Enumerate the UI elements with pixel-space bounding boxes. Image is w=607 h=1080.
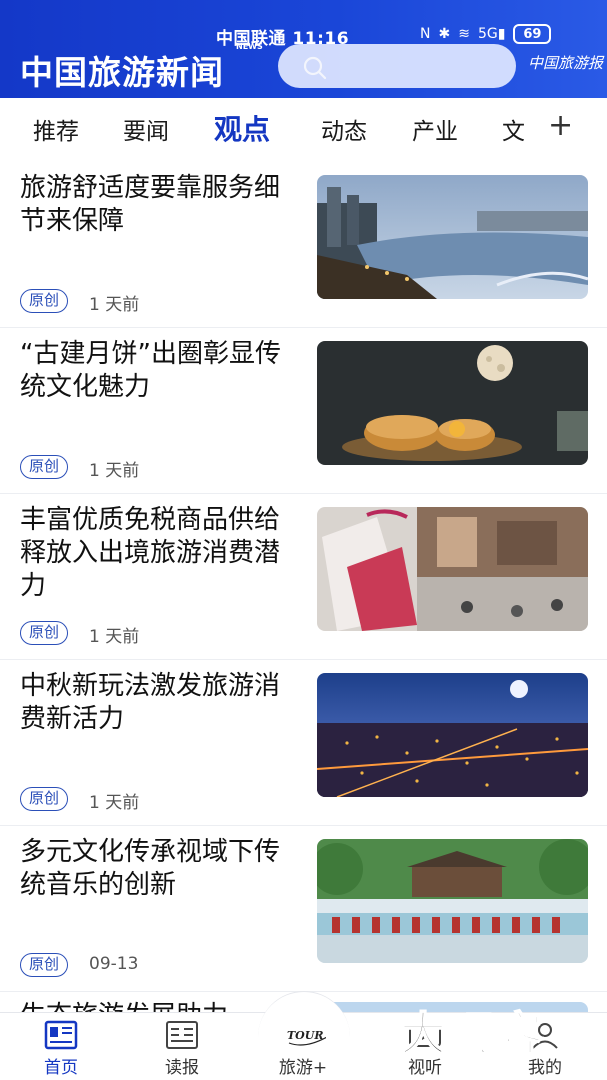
article-thumbnail: [317, 175, 588, 299]
search-icon: [303, 56, 327, 80]
article-time: 1 天前: [89, 295, 140, 315]
add-tab-icon[interactable]: +: [548, 108, 573, 143]
article-time: 1 天前: [89, 793, 140, 813]
app-logo: 中国旅游新闻: [20, 53, 224, 92]
article-item[interactable]: 丰富优质免税商品供给 释放入出境旅游消费潜力 原创 1 天前: [0, 494, 607, 660]
article-time: 1 天前: [89, 627, 140, 647]
article-thumbnail: [317, 839, 588, 963]
article-title: 多元文化传承视域下传统音乐的创新: [20, 837, 281, 900]
category-tabs: 推荐 要闻 观点 动态 产业 文 +: [0, 98, 607, 160]
tab-news[interactable]: 动态: [321, 112, 367, 146]
article-feed: 旅游舒适度要靠服务细节来保障 原创 1 天前 “古建月饼”出圈彰显传统文化魅力 …: [0, 162, 607, 1052]
article-title: 中秋新玩法激发旅游消费新活力: [20, 671, 281, 734]
logo-news-tag: NEWS: [236, 42, 263, 51]
signal-icon: 5G▮: [477, 26, 506, 42]
article-item[interactable]: 旅游舒适度要靠服务细节来保障 原创 1 天前: [0, 162, 607, 328]
nav-read-paper[interactable]: 读报: [137, 1013, 227, 1080]
article-item[interactable]: “古建月饼”出圈彰显传统文化魅力 原创 1 天前: [0, 328, 607, 494]
paper-logo: 中国旅游报: [528, 54, 604, 72]
article-thumbnail: [317, 507, 588, 631]
original-badge: 原创: [20, 621, 69, 645]
article-time: 1 天前: [89, 461, 140, 481]
article-title: 丰富优质免税商品供给 释放入出境旅游消费潜力: [20, 505, 281, 601]
article-time: 09-13: [89, 954, 139, 974]
article-item[interactable]: 多元文化传承视域下传统音乐的创新 原创 09-13: [0, 826, 607, 992]
tab-industry[interactable]: 产业: [412, 112, 458, 146]
article-title: 旅游舒适度要靠服务细节来保障: [20, 173, 281, 236]
article-item[interactable]: 中秋新玩法激发旅游消费新活力 原创 1 天前: [0, 660, 607, 826]
nav-home[interactable]: 首页: [16, 1013, 106, 1080]
tab-recommend[interactable]: 推荐: [33, 112, 79, 146]
battery-icon: 69: [513, 24, 552, 44]
app-header: 中国联通 11:16 N ✱ ≋ 5G▮ 69 中国旅游新闻 NEWS 中国旅游…: [0, 0, 607, 98]
nav-label: 旅游+: [278, 1058, 328, 1078]
original-badge: 原创: [20, 289, 69, 313]
original-badge: 原创: [20, 787, 69, 811]
nav-tour-plus[interactable]: TOUR 旅游+: [258, 1013, 348, 1080]
original-badge: 原创: [20, 455, 69, 479]
bluetooth-icon: ✱: [438, 26, 451, 42]
tab-opinion[interactable]: 观点: [214, 108, 270, 148]
newspaper-home-icon: [44, 1020, 78, 1050]
read-paper-icon: [166, 1021, 198, 1049]
nfc-icon: N: [420, 26, 431, 42]
watermark: 大玩客: [399, 1006, 544, 1062]
article-thumbnail: [317, 341, 588, 465]
wifi-icon: ≋: [458, 26, 470, 42]
tab-headlines[interactable]: 要闻: [123, 112, 169, 146]
tour-logo-icon: TOUR: [287, 1029, 326, 1046]
status-icons: N ✱ ≋ 5G▮ 69: [420, 24, 552, 44]
nav-label: 读报: [165, 1058, 199, 1078]
search-bar[interactable]: [278, 44, 516, 88]
nav-label: 首页: [44, 1058, 78, 1078]
tour-logo-text: TOUR: [287, 1029, 324, 1042]
article-title: “古建月饼”出圈彰显传统文化魅力: [20, 339, 281, 402]
article-thumbnail: [317, 673, 588, 797]
original-badge: 原创: [20, 953, 69, 977]
tab-culture[interactable]: 文: [502, 112, 524, 146]
